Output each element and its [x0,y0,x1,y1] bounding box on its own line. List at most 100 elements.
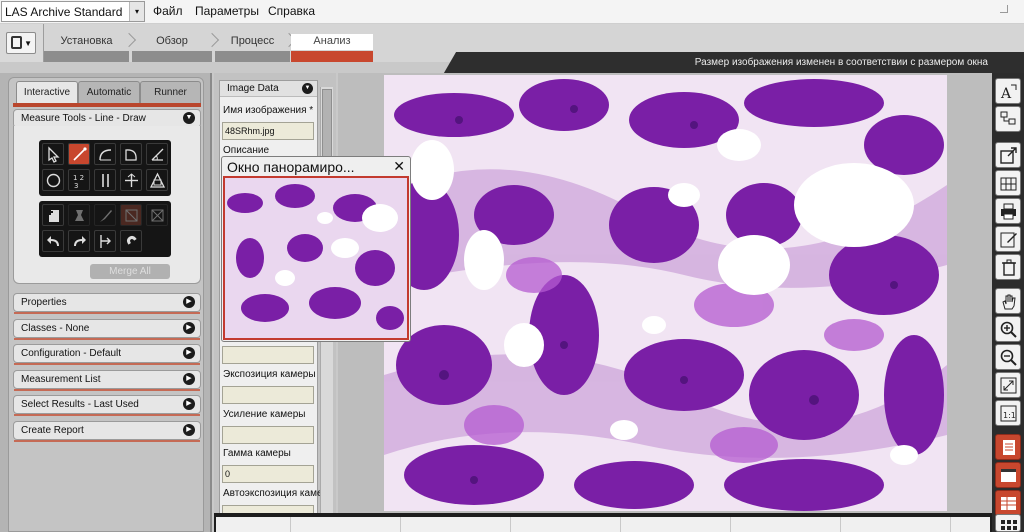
brush-tool[interactable] [94,204,116,226]
right-toolbar: A 1:1 [992,73,1024,532]
report-button[interactable] [995,434,1021,460]
section-underline [14,363,200,365]
section-title: Measurement List [21,374,101,385]
polygon-tool[interactable] [146,169,168,191]
collapse-icon[interactable]: ▼ [302,83,313,94]
section-title: Select Results - Last Used [21,399,139,410]
description-field[interactable] [222,346,314,364]
menu-file[interactable]: Файл [153,4,183,18]
pointer-tool[interactable] [42,143,64,165]
create-report-section[interactable]: Create Report ▶ [13,421,201,442]
magnet-tool[interactable] [120,230,142,252]
section-underline [14,338,200,340]
merge-all-button[interactable]: Merge All [90,264,170,279]
measurement-list-section[interactable]: Measurement List ▶ [13,370,201,391]
edit-tool-grid [39,201,171,257]
menu-help[interactable]: Справка [268,4,315,18]
gain-label: Усиление камеры [223,409,306,420]
image-name-field[interactable]: 48SRhm.jpg [222,122,314,140]
configuration-section[interactable]: Configuration - Default ▶ [13,344,201,365]
count-tool[interactable]: 1 23 [68,169,90,191]
left-panel: Interactive Automatic Runner Measure Too… [0,73,212,532]
split-tool[interactable] [94,230,116,252]
table-view-button[interactable] [995,490,1021,516]
section-title: Classes - None [21,323,90,334]
menu-parameters[interactable]: Параметры [195,4,259,18]
image-data-header[interactable]: Image Data ▼ [220,81,317,97]
properties-section[interactable]: Properties ▶ [13,293,201,314]
chevron-down-icon[interactable]: ▾ [129,2,144,21]
gain-field[interactable] [222,426,314,444]
panorama-svg [225,178,407,338]
window-view-button[interactable] [995,462,1021,488]
expand-arrow-icon[interactable]: ▶ [183,398,195,410]
parallel-tool[interactable] [94,169,116,191]
panorama-window[interactable]: Окно панорамиро... ✕ [221,156,411,342]
tab-setup[interactable]: Установка [44,34,129,62]
tab-runner[interactable]: Runner [140,81,201,103]
section-title: Properties [21,297,67,308]
ruler-tick [400,517,401,532]
print-button[interactable] [995,198,1021,224]
tab-analysis[interactable]: Анализ [291,34,373,62]
workflow-tool-area: ▼ [0,24,44,62]
trash-icon[interactable] [995,254,1021,280]
delete-tool[interactable] [146,204,168,226]
measure-tools-title: Measure Tools - Line - Draw [21,113,146,124]
tab-overview[interactable]: Обзор [132,34,212,62]
curve-tool[interactable] [120,143,142,165]
micrograph-svg [384,75,947,511]
close-icon[interactable]: ✕ [393,158,405,175]
angle-tool[interactable] [146,143,168,165]
ruler-tick [620,517,621,532]
tab-interactive[interactable]: Interactive [16,81,78,105]
panorama-title: Окно панорамиро... [227,159,355,175]
tiles-button[interactable] [995,514,1021,532]
tab-process[interactable]: Процесс [215,34,290,62]
fit-to-window-button[interactable] [995,372,1021,398]
image-name-label: Имя изображения * [223,105,313,116]
resize-grip-icon [1000,5,1008,13]
image-data-title: Image Data [227,83,279,94]
app-selector[interactable]: LAS Archive Standard ▾ [1,1,145,22]
undo-tool[interactable] [42,230,64,252]
text-annotation-button[interactable]: A [995,78,1021,104]
zoom-in-icon[interactable] [995,316,1021,342]
section-underline [14,389,200,391]
panorama-thumbnail[interactable] [223,176,409,340]
expand-arrow-icon[interactable]: ▶ [183,347,195,359]
measure-tools-panel: 1 23 Merge All [13,126,201,284]
redo-tool[interactable] [68,230,90,252]
section-title: Configuration - Default [21,348,122,359]
select-results-section[interactable]: Select Results - Last Used ▶ [13,395,201,416]
grid-button[interactable] [995,170,1021,196]
pan-hand-button[interactable] [995,288,1021,314]
add-layer-tool[interactable] [42,204,64,226]
expand-arrow-icon[interactable]: ▶ [183,424,195,436]
expand-arrow-icon[interactable]: ▶ [183,322,195,334]
line-tool[interactable] [68,143,90,165]
erase-tool[interactable] [120,204,142,226]
expand-arrow-icon[interactable]: ▶ [183,296,195,308]
arc-tool[interactable] [94,143,116,165]
workflow-tool-button[interactable]: ▼ [6,32,36,54]
exposure-field[interactable] [222,386,314,404]
hierarchy-button[interactable] [995,106,1021,132]
edit-button[interactable] [995,226,1021,252]
gamma-field[interactable]: 0 [222,465,314,483]
svg-text:1:1: 1:1 [1003,411,1016,420]
classes-section[interactable]: Classes - None ▶ [13,319,201,340]
expand-arrow-icon[interactable]: ▶ [183,373,195,385]
tab-automatic[interactable]: Automatic [78,81,140,103]
zoom-out-icon[interactable] [995,344,1021,370]
actual-size-button[interactable]: 1:1 [995,400,1021,426]
tab-overview-label: Обзор [156,35,188,47]
circle-tool[interactable] [42,169,64,191]
required-mark: * [309,105,314,116]
micrograph-image[interactable] [384,75,947,511]
export-image-button[interactable] [995,142,1021,168]
cross-tool[interactable] [120,169,142,191]
stamp-tool[interactable] [68,204,90,226]
collapse-icon[interactable]: ▼ [183,112,195,124]
autoexposure-label: Автоэкспозиция каме [223,488,323,499]
